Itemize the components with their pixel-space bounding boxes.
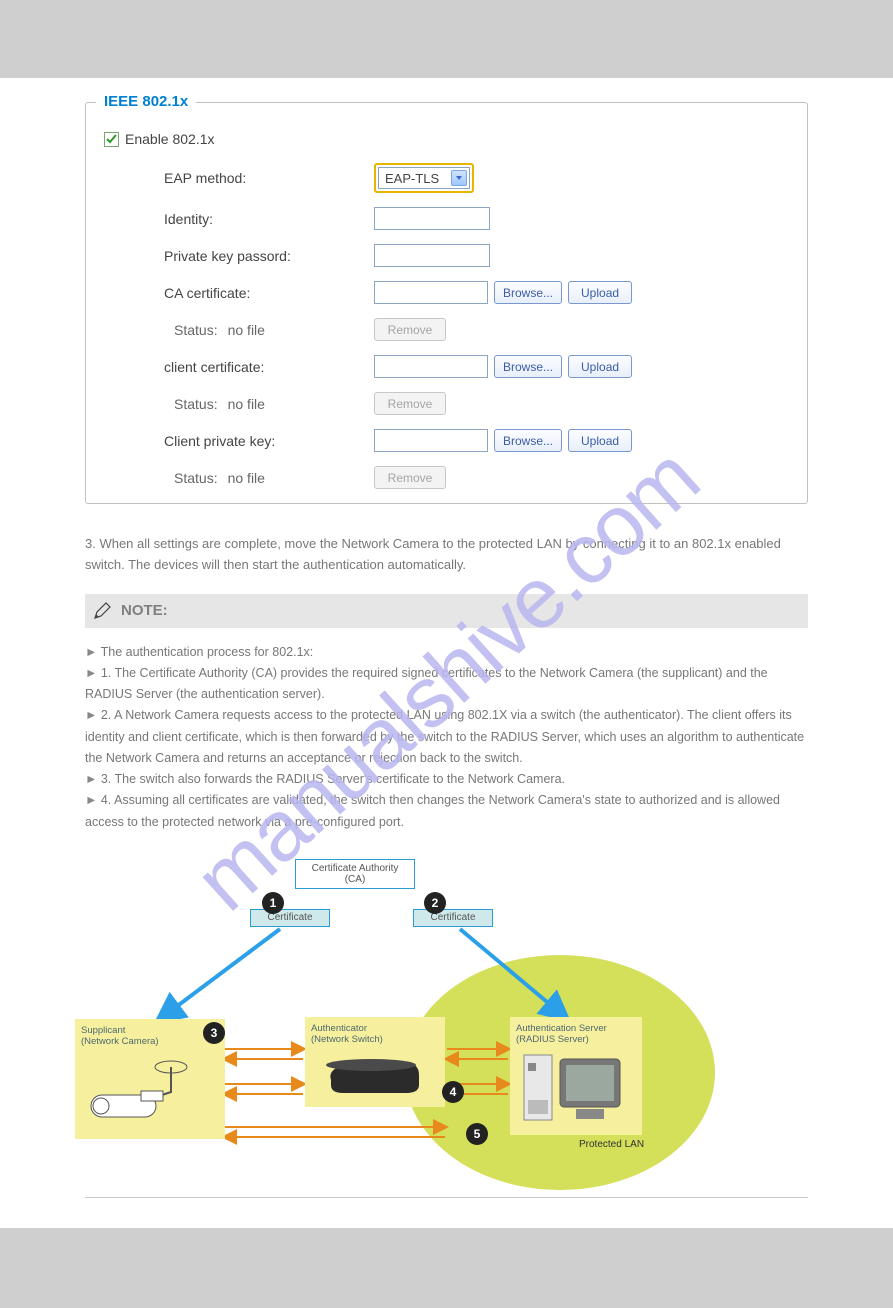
ca-browse-button[interactable]: Browse...	[494, 281, 562, 304]
page-content: manualshive.com IEEE 802.1x Enable 802.1…	[0, 102, 893, 1228]
step-4: 4	[442, 1081, 464, 1103]
private-key-password-label: Private key passord:	[104, 248, 374, 264]
client-pk-status-row: Status:no file Remove	[104, 466, 789, 489]
client-pk-label: Client private key:	[104, 433, 374, 449]
footer-band	[0, 1228, 893, 1308]
client-pk-status-label: Status:no file	[104, 470, 374, 486]
note-line-5: 4. Assuming all certificates are validat…	[85, 790, 808, 833]
ieee-8021x-panel: IEEE 802.1x Enable 802.1x EAP method: EA…	[85, 102, 808, 504]
ca-upload-button[interactable]: Upload	[568, 281, 632, 304]
client-pk-browse-button[interactable]: Browse...	[494, 429, 562, 452]
identity-label: Identity:	[104, 211, 374, 227]
note-list: The authentication process for 802.1x: 1…	[85, 642, 808, 833]
body-paragraph: 3. When all settings are complete, move …	[85, 534, 808, 576]
identity-input[interactable]	[374, 207, 490, 230]
note-line-3: 2. A Network Camera requests access to t…	[85, 705, 808, 769]
ca-cert-label: CA certificate:	[104, 285, 374, 301]
enable-checkbox[interactable]	[104, 132, 119, 147]
camera-icon	[81, 1047, 201, 1127]
client-cert-row: client certificate: Browse... Upload	[104, 355, 789, 378]
note-bar: NOTE:	[85, 594, 808, 628]
client-cert-label: client certificate:	[104, 359, 374, 375]
ca-cert-path-input[interactable]	[374, 281, 488, 304]
private-key-password-row: Private key passord:	[104, 244, 789, 267]
protected-lan-label: Protected LAN	[579, 1139, 644, 1150]
private-key-password-input[interactable]	[374, 244, 490, 267]
server-icon	[516, 1045, 634, 1130]
step-3: 3	[203, 1022, 225, 1044]
panel-legend: IEEE 802.1x	[96, 93, 196, 110]
authenticator-box: Authenticator (Network Switch)	[305, 1017, 445, 1107]
footer-rule	[85, 1197, 808, 1198]
supplicant-box: Supplicant (Network Camera)	[75, 1019, 225, 1139]
note-line-1: The authentication process for 802.1x:	[85, 642, 808, 663]
ca-box: Certificate Authority (CA)	[295, 859, 415, 889]
pencil-icon	[91, 600, 113, 622]
eap-method-value: EAP-TLS	[385, 171, 439, 186]
switch-icon	[311, 1045, 431, 1100]
check-icon	[106, 134, 117, 145]
server-box: Authentication Server (RADIUS Server)	[510, 1017, 642, 1135]
eap-method-row: EAP method: EAP-TLS	[104, 163, 789, 193]
client-pk-path-input[interactable]	[374, 429, 488, 452]
client-cert-upload-button[interactable]: Upload	[568, 355, 632, 378]
step-5: 5	[466, 1123, 488, 1145]
client-cert-remove-button: Remove	[374, 392, 446, 415]
client-pk-row: Client private key: Browse... Upload	[104, 429, 789, 452]
note-line-4: 3. The switch also forwards the RADIUS S…	[85, 769, 808, 790]
ca-status-label: Status:no file	[104, 322, 374, 338]
ca-remove-button: Remove	[374, 318, 446, 341]
enable-label: Enable 802.1x	[125, 131, 215, 147]
note-line-2: 1. The Certificate Authority (CA) provid…	[85, 663, 808, 706]
client-pk-upload-button[interactable]: Upload	[568, 429, 632, 452]
chevron-down-icon	[451, 170, 467, 186]
eap-method-label: EAP method:	[104, 170, 374, 186]
note-label: NOTE:	[121, 602, 168, 619]
step-1: 1	[262, 892, 284, 914]
cert-box-right: Certificate	[413, 909, 493, 927]
client-pk-remove-button: Remove	[374, 466, 446, 489]
header-band	[0, 0, 893, 78]
ca-cert-row: CA certificate: Browse... Upload	[104, 281, 789, 304]
identity-row: Identity:	[104, 207, 789, 230]
client-cert-status-label: Status:no file	[104, 396, 374, 412]
client-cert-path-input[interactable]	[374, 355, 488, 378]
cert-box-left: Certificate	[250, 909, 330, 927]
client-cert-status-row: Status:no file Remove	[104, 392, 789, 415]
step-2: 2	[424, 892, 446, 914]
client-cert-browse-button[interactable]: Browse...	[494, 355, 562, 378]
enable-row: Enable 802.1x	[104, 131, 789, 147]
eap-method-select[interactable]: EAP-TLS	[378, 167, 470, 189]
auth-diagram: Certificate Authority (CA) Certificate C…	[65, 859, 705, 1179]
eap-method-highlight: EAP-TLS	[374, 163, 474, 193]
ca-status-row: Status:no file Remove	[104, 318, 789, 341]
